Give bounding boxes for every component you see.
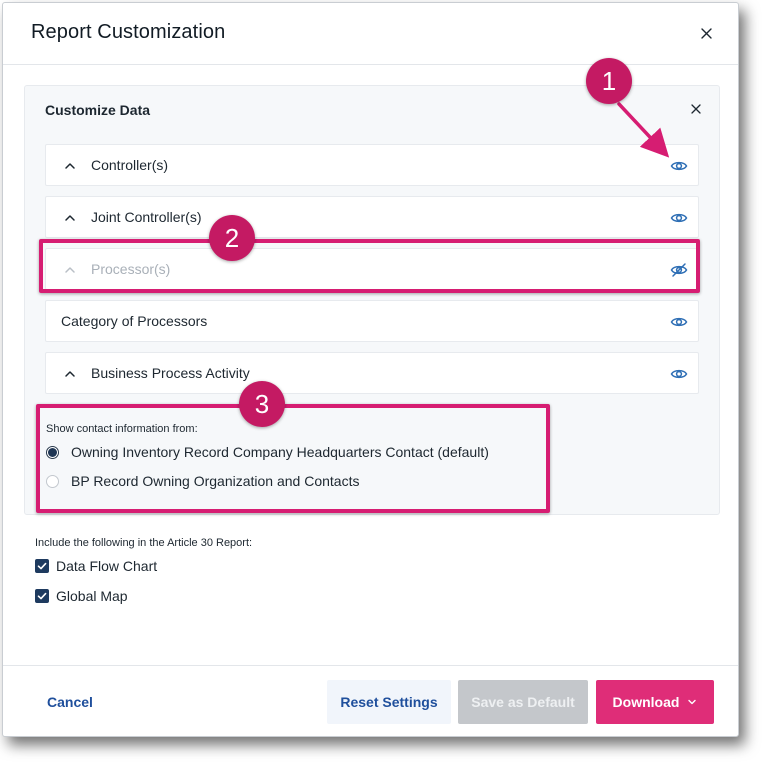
close-icon — [691, 104, 701, 114]
eye-icon[interactable] — [670, 314, 688, 330]
chevron-down-icon — [688, 699, 697, 705]
panel-title: Customize Data — [45, 102, 151, 118]
save-as-default-button: Save as Default — [458, 680, 588, 724]
close-icon — [700, 27, 712, 39]
checkbox-checked[interactable] — [35, 559, 49, 573]
eye-icon[interactable] — [670, 366, 688, 382]
checkbox-label: Global Map — [56, 588, 128, 604]
eye-icon[interactable] — [670, 158, 688, 174]
download-label: Download — [612, 694, 680, 710]
row-business-process-activity[interactable]: Business Process Activity — [45, 352, 699, 394]
panel-close-button[interactable] — [687, 100, 705, 118]
modal-header: Report Customization — [3, 3, 738, 65]
annotation-badge-2: 2 — [209, 215, 255, 261]
reset-settings-button[interactable]: Reset Settings — [327, 680, 451, 724]
chevron-up-icon[interactable] — [64, 212, 76, 224]
row-joint-controllers[interactable]: Joint Controller(s) — [45, 196, 699, 238]
annotation-badge-3: 3 — [239, 381, 285, 427]
checkbox-checked[interactable] — [35, 589, 49, 603]
annotation-badge-1: 1 — [586, 58, 632, 104]
modal-close-button[interactable] — [696, 23, 716, 43]
report-customization-modal: Report Customization Customize Data Cont… — [2, 2, 739, 737]
annotation-highlight-processors — [39, 239, 700, 293]
annotation-highlight-contact-info — [36, 404, 550, 513]
check-icon — [37, 592, 47, 600]
chevron-up-icon[interactable] — [64, 368, 76, 380]
checkbox-label: Data Flow Chart — [56, 558, 158, 574]
row-label: Controller(s) — [91, 157, 169, 173]
row-label: Joint Controller(s) — [91, 209, 202, 225]
chevron-up-icon[interactable] — [64, 160, 76, 172]
checkbox-global-map[interactable]: Global Map — [35, 588, 128, 604]
modal-title: Report Customization — [31, 21, 226, 43]
check-icon — [37, 562, 47, 570]
include-label: Include the following in the Article 30 … — [35, 537, 253, 549]
row-label: Category of Processors — [61, 313, 208, 329]
row-controllers[interactable]: Controller(s) — [45, 144, 699, 186]
row-label: Business Process Activity — [91, 365, 250, 381]
row-category-of-processors[interactable]: Category of Processors — [45, 300, 699, 342]
eye-icon[interactable] — [670, 210, 688, 226]
cancel-button[interactable]: Cancel — [31, 680, 109, 724]
modal-footer: Cancel Reset Settings Save as Default Do… — [3, 665, 738, 736]
download-button[interactable]: Download — [596, 680, 714, 724]
checkbox-data-flow-chart[interactable]: Data Flow Chart — [35, 558, 157, 574]
